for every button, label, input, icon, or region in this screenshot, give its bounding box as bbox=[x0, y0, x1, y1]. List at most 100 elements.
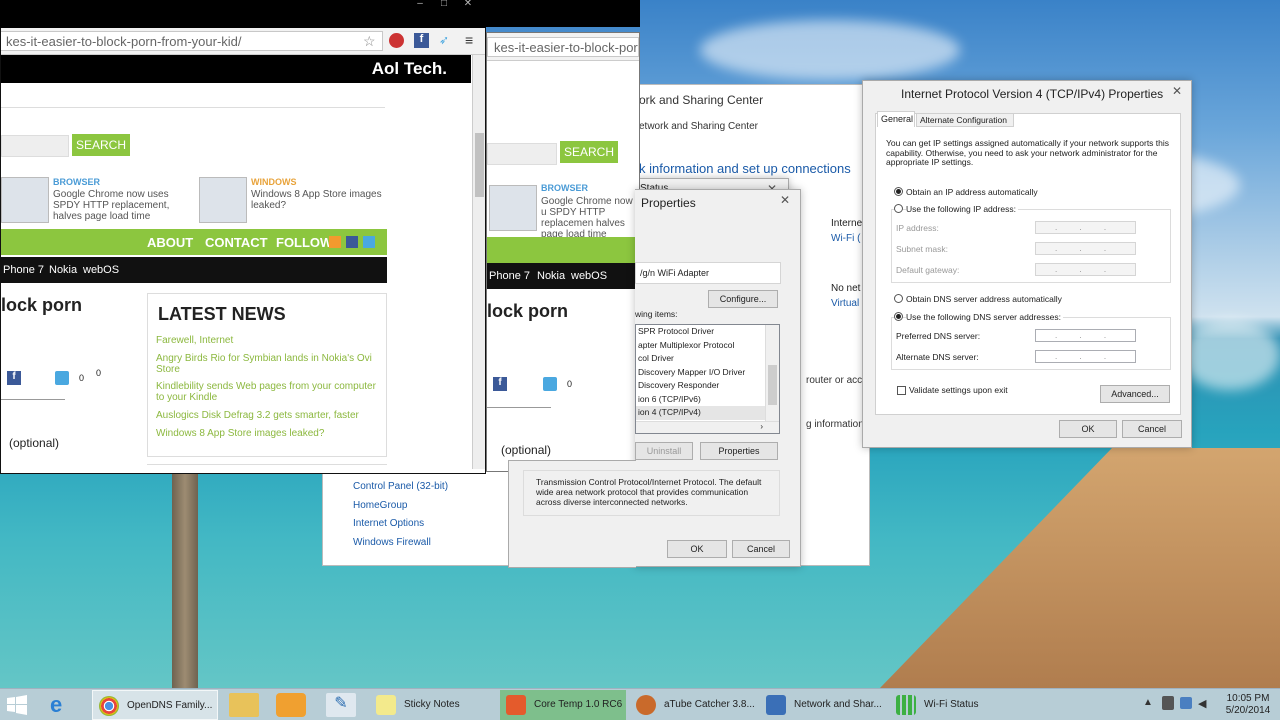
topic-link[interactable]: Phone 7 bbox=[489, 270, 530, 282]
horizontal-scrollbar[interactable]: › bbox=[636, 421, 779, 433]
nav-about[interactable]: ABOUT bbox=[147, 235, 193, 250]
aol-tech-logo[interactable]: Aol Tech. bbox=[372, 59, 447, 79]
subnet-field[interactable]: . . . bbox=[1035, 242, 1136, 255]
news-link[interactable]: Farewell, Internet bbox=[156, 335, 376, 346]
category-label[interactable]: BROWSER bbox=[53, 177, 100, 187]
scrollbar-thumb[interactable] bbox=[475, 133, 484, 197]
see-also-link[interactable]: Windows Firewall bbox=[353, 534, 448, 553]
taskbar-item[interactable]: Sticky Notes bbox=[370, 690, 496, 720]
facebook-icon[interactable]: f bbox=[414, 33, 429, 48]
twitter-icon[interactable] bbox=[363, 236, 375, 248]
nav-contact[interactable]: CONTACT bbox=[205, 235, 268, 250]
start-button[interactable] bbox=[6, 695, 28, 715]
article-snippet[interactable]: Google Chrome now uses SPDY HTTP replace… bbox=[53, 189, 193, 222]
configure-button[interactable]: Configure... bbox=[708, 290, 778, 308]
topic-link[interactable]: webOS bbox=[83, 264, 119, 276]
taskbar-item[interactable]: Core Temp 1.0 RC6 bbox=[500, 690, 626, 720]
twitter-icon[interactable]: ➶ bbox=[439, 33, 454, 48]
minimize-icon[interactable]: – bbox=[410, 0, 430, 10]
auto-dns-label[interactable]: Obtain DNS server address automatically bbox=[906, 294, 1062, 304]
news-link[interactable]: Windows 8 App Store images leaked? bbox=[156, 428, 376, 439]
vertical-scrollbar[interactable] bbox=[472, 55, 485, 469]
preferred-dns-field[interactable]: . . . bbox=[1035, 329, 1136, 342]
category-label[interactable]: BROWSER bbox=[541, 183, 588, 193]
validate-label[interactable]: Validate settings upon exit bbox=[909, 385, 1008, 395]
file-explorer-icon[interactable] bbox=[229, 693, 259, 717]
list-item-selected[interactable]: ion 4 (TCP/IPv4) bbox=[636, 406, 779, 420]
cancel-button[interactable]: Cancel bbox=[732, 540, 790, 558]
taskbar-item[interactable]: Network and Shar... bbox=[760, 690, 886, 720]
virtual-link[interactable]: Virtual bbox=[831, 298, 859, 309]
topic-link[interactable]: Nokia bbox=[537, 270, 565, 282]
article-thumbnail[interactable] bbox=[199, 177, 247, 223]
search-input[interactable] bbox=[487, 143, 557, 165]
network-tray-icon[interactable] bbox=[1180, 697, 1192, 709]
maximize-icon[interactable]: □ bbox=[434, 0, 454, 10]
ok-button[interactable]: OK bbox=[667, 540, 727, 558]
search-button[interactable]: SEARCH bbox=[560, 141, 618, 163]
see-also-link[interactable]: Internet Options bbox=[353, 515, 448, 534]
manual-ip-label[interactable]: Use the following IP address: bbox=[906, 204, 1018, 214]
facebook-icon[interactable]: f bbox=[493, 377, 507, 391]
url-field[interactable]: kes-it-easier-to-block-porn- bbox=[487, 37, 639, 57]
twitter-icon[interactable] bbox=[543, 377, 557, 391]
list-item[interactable]: col Driver bbox=[636, 352, 779, 366]
wifi-link[interactable]: Wi-Fi ( bbox=[831, 233, 860, 244]
topic-link[interactable]: Phone 7 bbox=[3, 264, 44, 276]
search-input[interactable] bbox=[1, 135, 69, 157]
volume-icon[interactable]: ◀ bbox=[1198, 697, 1206, 710]
auto-ip-label[interactable]: Obtain an IP address automatically bbox=[906, 187, 1038, 197]
flag-icon[interactable] bbox=[1162, 696, 1174, 710]
category-label[interactable]: WINDOWS bbox=[251, 177, 297, 187]
internet-explorer-icon[interactable]: e bbox=[50, 693, 76, 717]
nav-follow[interactable]: FOLLOW bbox=[276, 235, 332, 250]
rss-icon[interactable] bbox=[329, 236, 341, 248]
list-item[interactable]: apter Multiplexor Protocol bbox=[636, 339, 779, 353]
tab-alternate-configuration[interactable]: Alternate Configuration bbox=[916, 113, 1014, 127]
properties-button[interactable]: Properties bbox=[700, 442, 778, 460]
topic-link[interactable]: webOS bbox=[571, 270, 607, 282]
cancel-button[interactable]: Cancel bbox=[1122, 420, 1182, 438]
writer-icon[interactable]: ✎ bbox=[326, 693, 356, 717]
list-scrollbar[interactable] bbox=[765, 325, 779, 421]
radio-manual-dns[interactable] bbox=[894, 312, 903, 321]
media-player-icon[interactable] bbox=[276, 693, 306, 717]
twitter-icon[interactable] bbox=[55, 371, 69, 385]
uninstall-button[interactable]: Uninstall bbox=[635, 442, 693, 460]
radio-manual-ip[interactable] bbox=[894, 204, 903, 213]
list-item[interactable]: Discovery Mapper I/O Driver bbox=[636, 366, 779, 380]
article-snippet[interactable]: Google Chrome now u SPDY HTTP replacemen… bbox=[541, 196, 639, 240]
list-item[interactable]: ion 6 (TCP/IPv6) bbox=[636, 393, 779, 407]
facebook-icon[interactable] bbox=[346, 236, 358, 248]
close-icon[interactable]: ✕ bbox=[1167, 83, 1187, 99]
manual-dns-label[interactable]: Use the following DNS server addresses: bbox=[906, 312, 1063, 322]
close-icon[interactable]: ✕ bbox=[458, 0, 478, 10]
article-snippet[interactable]: Windows 8 App Store images leaked? bbox=[251, 189, 385, 211]
see-also-link[interactable]: HomeGroup bbox=[353, 497, 448, 516]
topic-link[interactable]: Nokia bbox=[49, 264, 77, 276]
gateway-field[interactable]: . . . bbox=[1035, 263, 1136, 276]
ip-address-field[interactable]: . . . bbox=[1035, 221, 1136, 234]
url-field[interactable]: kes-it-easier-to-block-porn-from-your-ki… bbox=[1, 31, 383, 51]
items-list[interactable]: SPR Protocol Driver apter Multiplexor Pr… bbox=[635, 324, 780, 434]
news-link[interactable]: Kindlebility sends Web pages from your c… bbox=[156, 381, 380, 403]
clock[interactable]: 10:05 PM 5/20/2014 bbox=[1222, 693, 1274, 717]
news-link[interactable]: Auslogics Disk Defrag 3.2 gets smarter, … bbox=[156, 410, 376, 421]
news-link[interactable]: Angry Birds Rio for Symbian lands in Nok… bbox=[156, 353, 376, 375]
validate-checkbox[interactable] bbox=[897, 386, 906, 395]
article-thumbnail[interactable] bbox=[489, 185, 537, 231]
taskbar-item[interactable]: Wi-Fi Status bbox=[890, 690, 1016, 720]
radio-auto-dns[interactable] bbox=[894, 294, 903, 303]
show-hidden-icons-icon[interactable]: ▲ bbox=[1143, 697, 1153, 708]
list-item[interactable]: SPR Protocol Driver bbox=[636, 325, 779, 339]
see-also-link[interactable]: Control Panel (32-bit) bbox=[353, 478, 448, 497]
facebook-icon[interactable]: f bbox=[7, 371, 21, 385]
advanced-button[interactable]: Advanced... bbox=[1100, 385, 1170, 403]
list-item[interactable]: Discovery Responder bbox=[636, 379, 779, 393]
breadcrumb[interactable]: etwork and Sharing Center bbox=[639, 121, 758, 132]
taskbar-item[interactable]: aTube Catcher 3.8... bbox=[630, 690, 756, 720]
radio-auto-ip[interactable] bbox=[894, 187, 903, 196]
search-button[interactable]: SEARCH bbox=[72, 134, 130, 156]
ok-button[interactable]: OK bbox=[1059, 420, 1117, 438]
taskbar-item[interactable]: OpenDNS Family... bbox=[92, 690, 218, 720]
